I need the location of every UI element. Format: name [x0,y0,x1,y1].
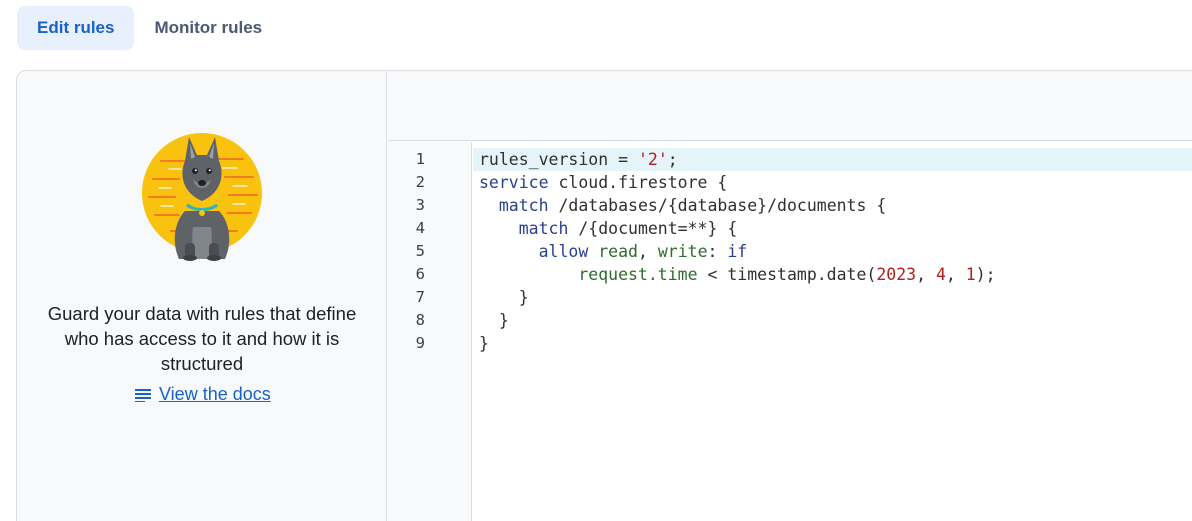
line-number: 7 [415,288,425,306]
dog-mascot-icon [142,133,262,261]
view-docs-label: View the docs [159,384,271,404]
code-line: match /databases/{database}/documents { [479,196,887,215]
code-content[interactable]: rules_version = '2'; service cloud.fires… [473,148,1192,355]
code-line: } [479,288,529,307]
rules-description: Guard your data with rules that define w… [47,303,357,374]
view-docs-link[interactable]: View the docs [135,384,271,405]
tab-monitor-rules[interactable]: Monitor rules [134,6,282,50]
editor-toolbar [388,71,1192,141]
docs-list-icon [135,388,151,402]
line-number: 5 [415,242,425,260]
line-number: 1 [415,150,425,168]
line-number-gutter: 1 2 3 4 5 6 7 8 9 [388,142,472,521]
tab-bar: Edit rules Monitor rules [17,6,282,50]
code-line: allow read, write: if [479,242,748,261]
editor-area: 1 2 3 4 5 6 7 8 9 rules_version = '2'; s… [388,71,1192,521]
info-sidebar: Guard your data with rules that define w… [17,71,387,521]
rules-panel: Guard your data with rules that define w… [16,70,1192,521]
line-number: 2 [415,173,425,191]
line-number: 4 [415,219,425,237]
code-line: service cloud.firestore { [479,173,728,192]
code-line: } [479,311,509,330]
tab-edit-rules[interactable]: Edit rules [17,6,135,50]
line-number: 8 [415,311,425,329]
code-line: request.time < timestamp.date(2023, 4, 1… [479,265,996,284]
line-number: 3 [415,196,425,214]
line-number: 6 [415,265,425,283]
code-line: match /{document=**} { [479,219,738,238]
code-line: rules_version = '2'; [473,148,1192,171]
code-line: } [479,334,489,353]
line-number: 9 [415,334,425,352]
code-editor[interactable]: 1 2 3 4 5 6 7 8 9 rules_version = '2'; s… [388,142,1192,521]
